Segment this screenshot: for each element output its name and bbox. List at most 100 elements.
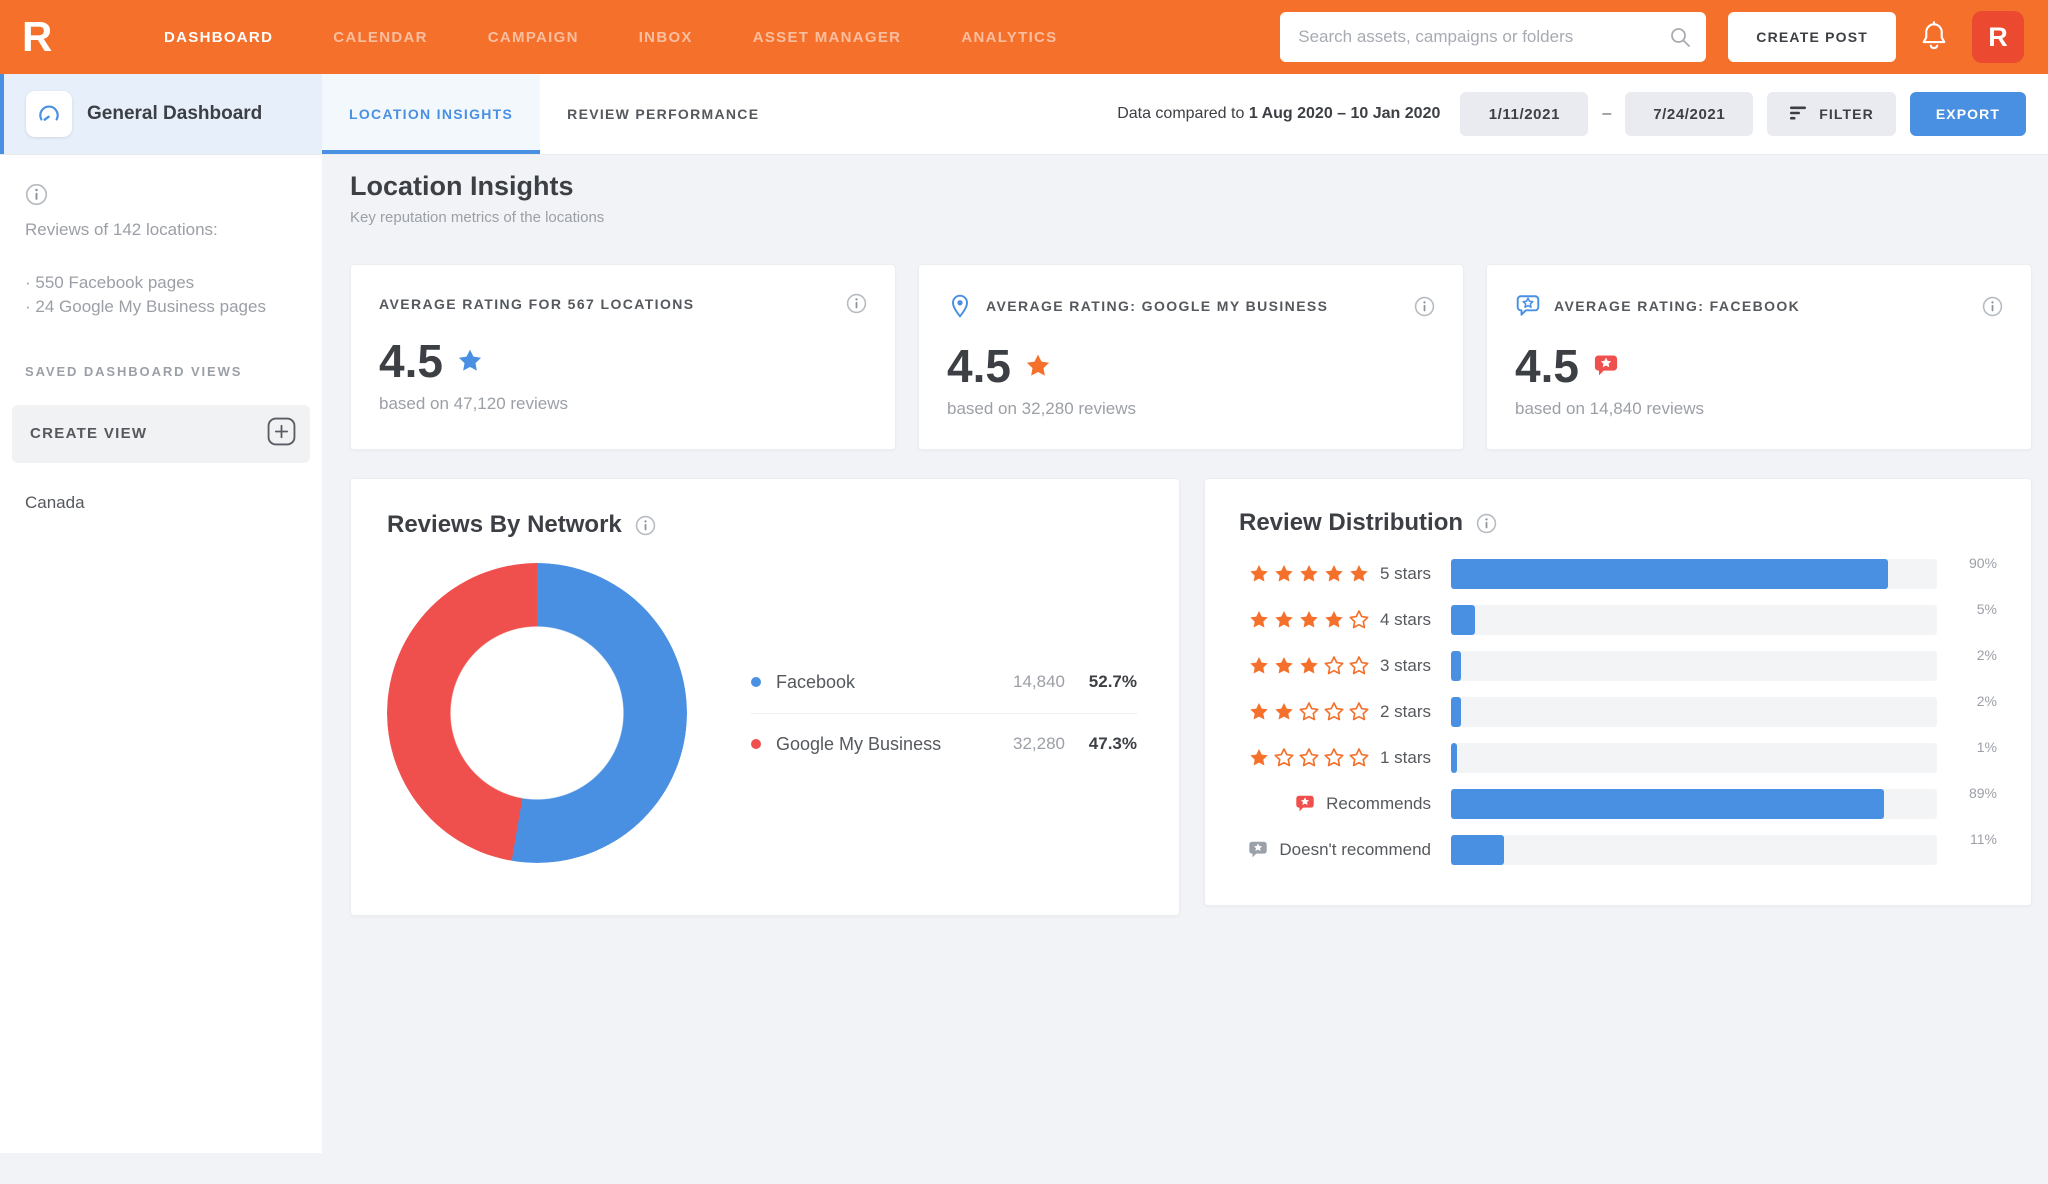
distribution-row-label: 3 stars [1379,656,1431,675]
export-button[interactable]: EXPORT [1909,92,2026,136]
info-icon[interactable] [635,515,656,536]
nav-item-analytics[interactable]: ANALYTICS [961,29,1057,46]
create-view-button[interactable]: CREATE VIEW [12,404,310,463]
star-icon [1324,702,1344,721]
search-input[interactable] [1280,12,1707,62]
nav-item-dashboard[interactable]: DASHBOARD [164,29,273,46]
sidebar-summary-title: Reviews of 142 locations: [25,220,218,239]
nav-item-inbox[interactable]: INBOX [639,29,693,46]
star-icon [1299,748,1319,767]
dashboard-name: General Dashboard [87,103,263,124]
reviews-by-network-title: Reviews By Network [387,511,622,538]
nav-item-asset-manager[interactable]: ASSET MANAGER [753,29,902,46]
bar-fill [1451,605,1476,635]
info-icon[interactable] [1982,296,2003,317]
donut-legend: Facebook 14,840 52.7% Google My Business 32,… [751,652,1137,775]
filter-button[interactable]: FILTER [1767,92,1896,136]
star-icon [1275,657,1293,674]
card-rating-value: 4.5 [1515,340,1579,392]
create-post-button[interactable]: CREATE POST [1728,12,1896,62]
legend-dot [751,677,761,687]
saved-view-canada[interactable]: Canada [25,493,308,513]
legend-label: Google My Business [776,733,942,754]
info-icon[interactable] [846,293,867,314]
search-icon[interactable] [1668,25,1692,54]
bar-percent-label: 2% [1976,647,1997,663]
legend-value: 32,280 [1013,734,1065,753]
card-label: AVERAGE RATING FOR 567 LOCATIONS [379,295,695,312]
info-icon[interactable] [1476,513,1497,534]
star-icon [1349,748,1369,767]
sidebar-summary-list: · 550 Facebook pages · 24 Google My Busin… [25,271,308,320]
distribution-row-5-stars: 5 stars 90% [1239,555,1997,589]
star-icon [1274,748,1294,767]
info-icon[interactable] [1982,296,2003,317]
chart-panels: Reviews By Network Facebook 14,840 52.7% Go… [350,478,2032,916]
nav-item-campaign[interactable]: CAMPAIGN [488,29,579,46]
bar-percent-label: 90% [1968,555,1997,571]
star-icon [1299,702,1319,721]
distribution-row-label: Recommends [1326,794,1431,813]
date-from-input[interactable]: 1/11/2021 [1460,92,1589,136]
star-icon [1250,611,1268,628]
sidebar-info-icon[interactable] [25,183,308,206]
nav-item-calendar[interactable]: CALENDAR [333,29,428,46]
distribution-row-label: Doesn't recommend [1279,840,1431,859]
star-icon [1275,565,1293,582]
plus-icon [267,417,296,451]
star-icon [1300,565,1318,582]
dashboard-selector[interactable]: General Dashboard [0,74,322,154]
date-to-input[interactable]: 7/24/2021 [1625,92,1754,136]
reviews-by-network-panel: Reviews By Network Facebook 14,840 52.7% Go… [350,478,1180,916]
bar-track [1451,605,1937,635]
bar-fill [1451,559,1889,589]
bar-percent-label: 2% [1976,693,1997,709]
star-icon [1325,565,1343,582]
legend-percent: 52.7% [1088,672,1137,691]
filter-icon [1789,105,1808,124]
star-icon [1250,565,1268,582]
dashboard-tabs: LOCATION INSIGHTS REVIEW PERFORMANCE [322,74,786,154]
legend-row-facebook[interactable]: Facebook 14,840 52.7% [751,652,1137,713]
star-icon [1300,611,1318,628]
user-avatar[interactable]: R [1972,11,2024,63]
bar-track [1451,697,1937,727]
sub-header: General Dashboard LOCATION INSIGHTS REVIE… [0,74,2048,155]
notifications-bell-icon[interactable] [1918,19,1950,55]
bar-fill [1451,697,1461,727]
bar-percent-label: 5% [1976,601,1997,617]
review-distribution-panel: Review Distribution 5 stars 90% 4 stars 5% 3… [1204,478,2032,906]
card-caption: based on 32,280 reviews [947,399,1137,418]
page-title: Location Insights [350,171,574,201]
info-icon[interactable] [846,293,867,314]
distribution-row-1-stars: 1 stars 1% [1239,739,1997,773]
star-icon [458,349,482,371]
bar-track [1451,789,1937,819]
info-icon[interactable] [1414,296,1435,317]
star-icon [1250,749,1268,766]
legend-row-google-my-business[interactable]: Google My Business 32,280 47.3% [751,712,1137,775]
primary-nav: DASHBOARD CALENDAR CAMPAIGN INBOX ASSET MANA… [164,29,1057,46]
top-nav: R DASHBOARD CALENDAR CAMPAIGN INBOX ASSET MA… [0,0,2048,74]
star-icon [1250,657,1268,674]
star-icon [1349,656,1369,675]
distribution-row-label: 5 stars [1379,564,1431,583]
review-bubble-icon [1249,841,1268,858]
tab-location-insights[interactable]: LOCATION INSIGHTS [322,74,541,154]
card-label: AVERAGE RATING: FACEBOOK [1554,298,1801,314]
main-content: Location Insights Key reputation metrics… [322,155,2048,916]
reviews-donut-chart[interactable] [387,563,687,863]
info-icon[interactable] [1414,296,1435,317]
star-icon [1349,610,1369,629]
bar-fill [1451,789,1884,819]
star-icon [1349,702,1369,721]
star-icon [1026,354,1050,376]
sidebar: Reviews of 142 locations: · 550 Facebook… [0,155,322,1153]
review-bubble-icon [1516,295,1540,316]
legend-percent: 47.3% [1088,734,1137,753]
sidebar-summary-item: · 24 Google My Business pages [25,297,266,317]
star-icon [1275,611,1293,628]
brand-logo[interactable]: R [22,16,68,58]
legend-value: 14,840 [1013,672,1065,691]
tab-review-performance[interactable]: REVIEW PERFORMANCE [540,74,786,154]
